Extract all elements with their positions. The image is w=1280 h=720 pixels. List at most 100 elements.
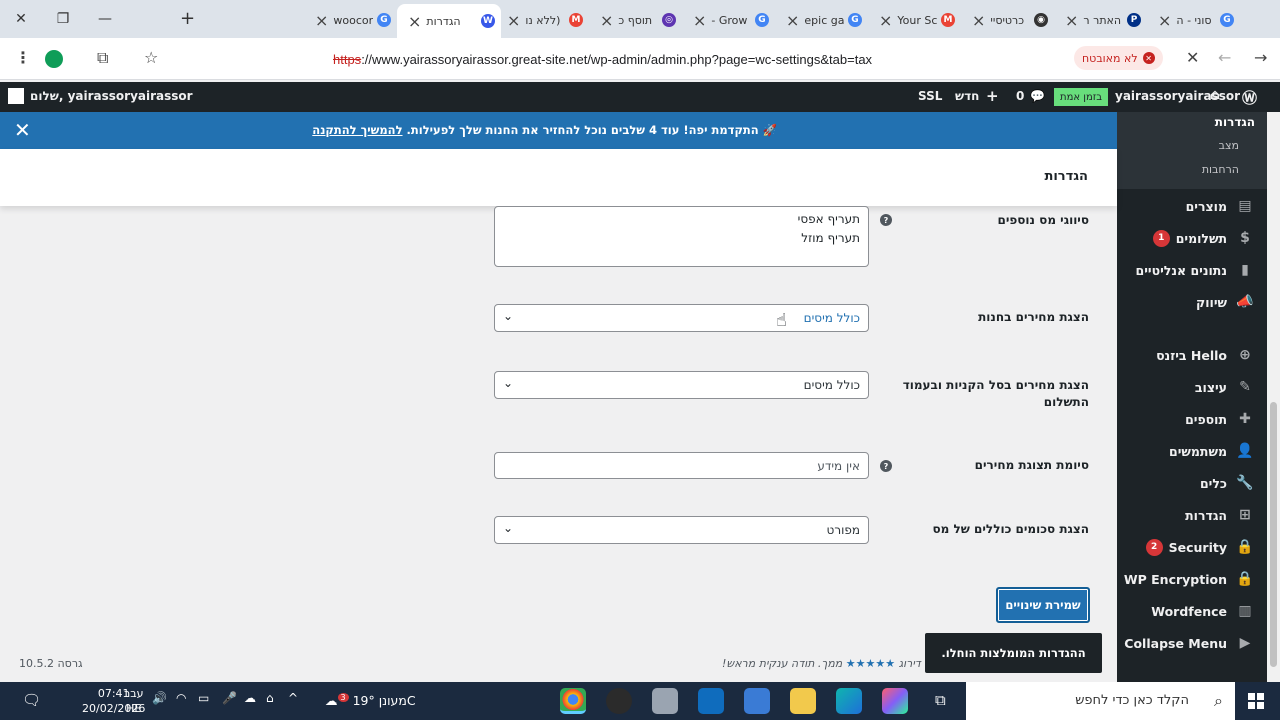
- windows-start-icon[interactable]: [1248, 693, 1264, 709]
- sidebar-item[interactable]: ✚ תוספים: [1117, 403, 1267, 435]
- tab-close-icon[interactable]: ×: [879, 11, 892, 30]
- obs-icon[interactable]: [606, 688, 632, 714]
- taskbar-clock[interactable]: 07:41 20/02/2026: [82, 686, 145, 716]
- sidebar-item[interactable]: 🔒 Security 2: [1117, 531, 1267, 563]
- browser-tab[interactable]: × (ללא נו M: [496, 6, 589, 34]
- submenu-status[interactable]: מצב: [1117, 135, 1267, 159]
- sidebar-item[interactable]: ⊞ הגדרות: [1117, 499, 1267, 531]
- browser-tab[interactable]: × Grow - G: [682, 6, 775, 34]
- ssl-link[interactable]: SSL: [918, 89, 942, 103]
- tab-favicon-icon: G: [755, 13, 769, 27]
- not-secure-badge[interactable]: לא מאובטח ✕: [1074, 46, 1163, 70]
- url-text[interactable]: https://www.yairassoryairassor.great-sit…: [333, 52, 872, 67]
- copilot-icon[interactable]: [882, 688, 908, 714]
- window-close-icon[interactable]: ✕: [0, 0, 42, 38]
- window-minimize-icon[interactable]: —: [84, 0, 126, 38]
- sidebar-item[interactable]: 👤 משתמשים: [1117, 435, 1267, 467]
- user-greeting[interactable]: שלום, yairassoryairassor: [30, 89, 193, 103]
- sidebar-item[interactable]: ▥ Wordfence: [1117, 595, 1267, 627]
- store-icon[interactable]: [744, 688, 770, 714]
- browser-tab[interactable]: × כרטיסיי ◉: [961, 6, 1054, 34]
- tab-close-icon[interactable]: ×: [972, 11, 985, 30]
- browser-tab[interactable]: × woocor G: [304, 6, 397, 34]
- camera-icon[interactable]: [652, 688, 678, 714]
- new-tab-plus-icon[interactable]: +: [180, 8, 195, 29]
- edge-icon[interactable]: [836, 688, 862, 714]
- submenu-extensions[interactable]: הרחבות: [1117, 159, 1267, 183]
- outlook-icon[interactable]: [698, 688, 724, 714]
- sidebar-item[interactable]: 🔧 כלים: [1117, 467, 1267, 499]
- sidebar-item[interactable]: ✎ עיצוב: [1117, 371, 1267, 403]
- browser-tab[interactable]: × Your Sc M: [868, 6, 961, 34]
- tab-close-icon[interactable]: ×: [315, 11, 328, 30]
- tab-close-icon[interactable]: ×: [600, 11, 613, 30]
- tax-classes-textarea[interactable]: תעריף אפסי תעריף מוזל: [494, 206, 869, 267]
- comments-count[interactable]: 0: [1016, 89, 1024, 103]
- notification-icon[interactable]: 🗨: [22, 691, 41, 709]
- tab-close-icon[interactable]: ×: [1158, 11, 1171, 30]
- chrome-icon[interactable]: [560, 688, 586, 714]
- wordpress-logo-icon[interactable]: Ⓦ: [1242, 87, 1257, 108]
- cloud-sync-icon[interactable]: ☁: [244, 691, 256, 705]
- microphone-icon[interactable]: 🎤: [222, 691, 237, 705]
- taskbar-search[interactable]: ⌕ הקלד כאן כדי לחפש: [966, 682, 1235, 720]
- scroll-thumb[interactable]: [1270, 402, 1277, 667]
- sidebar-item[interactable]: ▮ נתונים אנליטיים: [1117, 254, 1267, 286]
- submenu-settings[interactable]: הגדרות: [1117, 114, 1267, 135]
- extensions-icon[interactable]: ⧉: [97, 48, 108, 68]
- help-icon[interactable]: ?: [880, 460, 892, 472]
- forward-arrow-icon[interactable]: ←: [1218, 48, 1231, 67]
- back-arrow-icon[interactable]: →: [1254, 48, 1267, 67]
- browser-tab[interactable]: × תוסף כ ◎: [589, 6, 682, 34]
- tax-classes-label: סיווגי מס נוספים: [997, 213, 1089, 227]
- menu-kebab-icon[interactable]: ⋮: [15, 48, 31, 67]
- live-status-badge: בזמן אמת: [1054, 88, 1108, 106]
- continue-setup-link[interactable]: להמשיך להתקנה: [312, 123, 402, 137]
- close-load-icon[interactable]: ✕: [1186, 48, 1199, 67]
- rating-stars-link[interactable]: ★★★★★: [846, 657, 895, 670]
- volume-icon[interactable]: 🔊: [152, 691, 167, 705]
- tab-close-icon[interactable]: ×: [693, 11, 706, 30]
- sidebar-item[interactable]: 🔒 WP Encryption: [1117, 563, 1267, 595]
- page-scrollbar[interactable]: [1267, 112, 1280, 682]
- file-explorer-icon[interactable]: [790, 688, 816, 714]
- tab-close-icon[interactable]: ×: [1065, 11, 1078, 30]
- tab-close-icon[interactable]: ×: [507, 11, 520, 30]
- cart-prices-select[interactable]: כולל מיסים ⌄: [494, 371, 869, 399]
- help-icon[interactable]: ?: [880, 214, 892, 226]
- plus-icon[interactable]: +: [986, 87, 999, 105]
- clock-date: 20/02/2026: [82, 702, 146, 715]
- sidebar-item-label: תוספים: [1185, 411, 1227, 427]
- new-content-link[interactable]: חדש: [955, 89, 979, 103]
- browser-tab[interactable]: × הגדרות W: [397, 4, 501, 38]
- save-changes-button[interactable]: שמירת שינויים: [996, 587, 1090, 623]
- tab-close-icon[interactable]: ×: [408, 12, 421, 31]
- shop-prices-select[interactable]: כולל מיסים ⌄: [494, 304, 869, 332]
- sidebar-item[interactable]: ▤ מוצרים: [1117, 190, 1267, 222]
- user-avatar[interactable]: [8, 88, 24, 104]
- show-hidden-icons-chevron[interactable]: ^: [288, 691, 298, 705]
- network-icon[interactable]: ⌂: [266, 691, 274, 705]
- browser-tab[interactable]: × האתר ר P: [1054, 6, 1147, 34]
- notice-close-icon[interactable]: ✕: [14, 118, 31, 142]
- tax-totals-select[interactable]: מפורט ⌄: [494, 516, 869, 544]
- window-restore-icon[interactable]: ❐: [42, 0, 84, 38]
- sidebar-item-label: Hello ביזנס: [1156, 347, 1227, 363]
- tab-close-icon[interactable]: ×: [786, 11, 799, 30]
- profile-avatar[interactable]: [45, 50, 63, 68]
- sidebar-item[interactable]: ⊕ Hello ביזנס: [1117, 339, 1267, 371]
- browser-tab[interactable]: × epic ga G: [775, 6, 868, 34]
- comment-icon[interactable]: 💬: [1030, 89, 1045, 103]
- sidebar-item[interactable]: $ תשלומים 1: [1117, 222, 1267, 254]
- weather-text: מעונן 19°C: [352, 693, 416, 709]
- site-name-link[interactable]: yairassoryairassor: [1115, 89, 1240, 103]
- sidebar-item[interactable]: 📣 שיווק: [1117, 286, 1267, 318]
- price-suffix-input[interactable]: אין מידע: [494, 452, 869, 479]
- battery-icon[interactable]: ▭: [198, 691, 209, 705]
- weather-widget[interactable]: ☁ 3 מעונן 19°C: [325, 693, 416, 708]
- task-view-icon[interactable]: ⧉: [935, 691, 946, 709]
- bookmark-star-icon[interactable]: ☆: [144, 48, 158, 67]
- sidebar-item[interactable]: ▶ Collapse Menu: [1117, 627, 1267, 659]
- browser-tab[interactable]: × סוני - ה G: [1147, 6, 1240, 34]
- wifi-icon[interactable]: ◠: [176, 691, 186, 705]
